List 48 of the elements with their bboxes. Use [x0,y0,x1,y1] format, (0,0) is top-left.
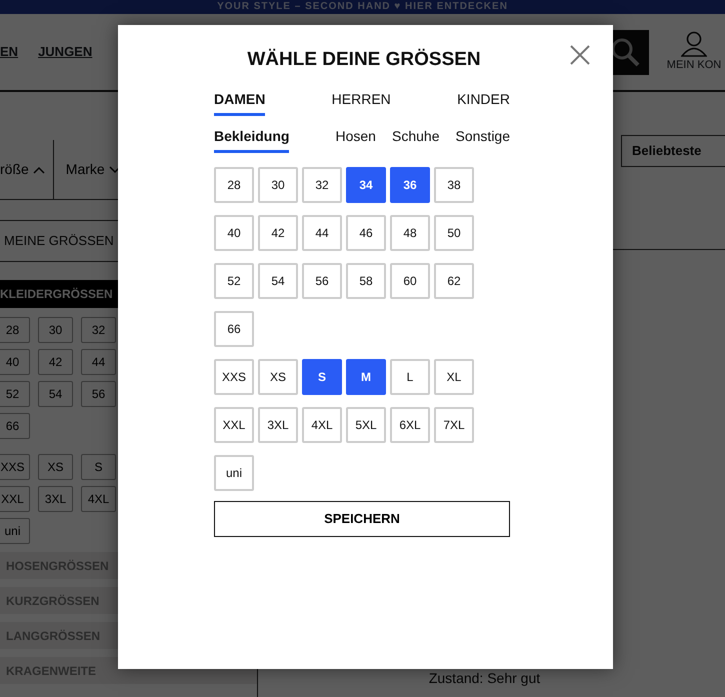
size-option[interactable]: 7XL [434,407,474,443]
size-option[interactable]: 62 [434,263,474,299]
size-option[interactable]: 56 [302,263,342,299]
subcategory-tab[interactable]: Bekleidung [214,126,290,153]
size-option[interactable]: 54 [258,263,298,299]
size-option[interactable]: uni [214,455,254,491]
category-tab[interactable]: HERREN [332,89,391,116]
size-option[interactable]: XXL [214,407,254,443]
size-option[interactable]: 28 [214,167,254,203]
size-option[interactable]: M [346,359,386,395]
subcategory-tab[interactable]: Hosen [336,126,376,153]
size-option[interactable]: 4XL [302,407,342,443]
subcategory-tab[interactable]: Sonstige [456,126,510,153]
size-option[interactable]: 42 [258,215,298,251]
close-button[interactable] [569,43,591,65]
size-option[interactable]: L [390,359,430,395]
search-icon [610,37,640,67]
save-button[interactable]: SPEICHERN [214,501,510,537]
size-option[interactable]: 66 [214,311,254,347]
chevron-down-icon [108,166,121,174]
size-option[interactable]: 40 [214,215,254,251]
size-option[interactable]: 30 [258,167,298,203]
size-option[interactable]: 38 [434,167,474,203]
size-option[interactable]: 6XL [390,407,430,443]
category-tab[interactable]: KINDER [457,89,510,116]
size-option[interactable]: 50 [434,215,474,251]
size-option[interactable]: 32 [302,167,342,203]
subcategory-tab[interactable]: Schuhe [392,126,440,153]
chevron-up-icon [32,166,45,174]
size-option[interactable]: XL [434,359,474,395]
size-option[interactable]: 48 [390,215,430,251]
size-option[interactable]: XS [258,359,298,395]
size-option[interactable]: 44 [302,215,342,251]
size-option[interactable]: XXS [214,359,254,395]
size-option[interactable]: 34 [346,167,386,203]
product-detail: Zustand: Sehr gut [428,669,542,688]
size-option[interactable]: 5XL [346,407,386,443]
size-option[interactable]: 52 [214,263,254,299]
user-icon [681,30,707,57]
size-option[interactable]: 36 [390,167,430,203]
size-option[interactable]: 46 [346,215,386,251]
size-option[interactable]: 58 [346,263,386,299]
category-tab[interactable]: DAMEN [214,89,266,116]
size-option[interactable]: 60 [390,263,430,299]
size-option[interactable]: 3XL [258,407,298,443]
size-option[interactable]: S [302,359,342,395]
close-icon [569,44,591,66]
modal-title: WÄHLE DEINE GRÖSSEN [246,48,482,72]
